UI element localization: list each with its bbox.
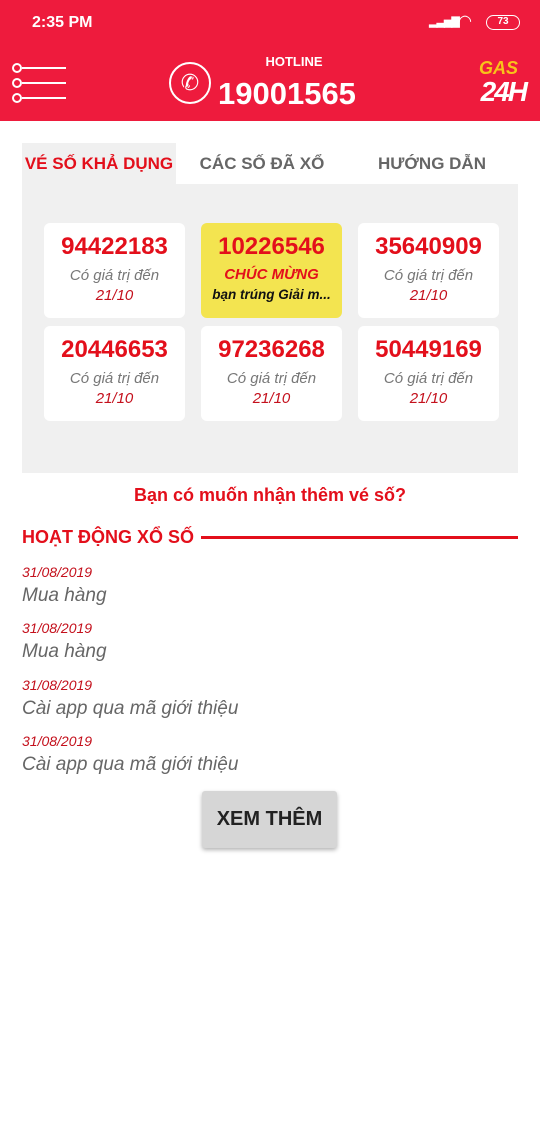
activity-text: Mua hàng bbox=[22, 585, 107, 606]
signal-icon: ▂▃▅▇ bbox=[429, 16, 460, 28]
valid-date: 21/10 bbox=[95, 390, 134, 407]
battery-icon: 73 bbox=[486, 15, 520, 30]
tab-guide[interactable]: HƯỚNG DẪN bbox=[350, 143, 514, 184]
see-more-button[interactable]: XEM THÊM bbox=[202, 791, 337, 848]
ticket-number: 94422183 bbox=[61, 233, 168, 260]
logo-text-bottom: 24H bbox=[480, 76, 528, 107]
winning-ticket-card[interactable]: 10226546 CHÚC MỪNG bạn trúng Giải m... bbox=[201, 223, 342, 318]
get-more-tickets-link[interactable]: Bạn có muốn nhận thêm vé số? bbox=[0, 485, 540, 506]
wifi-icon: ◠ bbox=[458, 13, 472, 30]
valid-date: 21/10 bbox=[252, 390, 291, 407]
prize-message: bạn trúng Giải m... bbox=[212, 287, 331, 302]
ticket-card[interactable]: 20446653 Có giá trị đến 21/10 bbox=[44, 326, 185, 421]
menu-button[interactable] bbox=[12, 63, 66, 103]
divider bbox=[201, 536, 518, 539]
valid-label: Có giá trị đến bbox=[383, 370, 474, 387]
valid-label: Có giá trị đến bbox=[69, 370, 160, 387]
hotline-label: HOTLINE bbox=[265, 54, 323, 69]
activity-date: 31/08/2019 bbox=[22, 564, 93, 580]
activity-text: Cài app qua mã giới thiệu bbox=[22, 698, 239, 719]
ticket-number: 50449169 bbox=[375, 336, 482, 363]
tab-drawn-numbers[interactable]: CÁC SỐ ĐÃ XỔ bbox=[186, 143, 338, 184]
congrats-label: CHÚC MỪNG bbox=[224, 266, 319, 283]
ticket-card[interactable]: 94422183 Có giá trị đến 21/10 bbox=[44, 223, 185, 318]
tickets-panel: 94422183 Có giá trị đến 21/10 10226546 C… bbox=[22, 184, 518, 473]
valid-label: Có giá trị đến bbox=[383, 267, 474, 284]
ticket-card[interactable]: 97236268 Có giá trị đến 21/10 bbox=[201, 326, 342, 421]
activity-date: 31/08/2019 bbox=[22, 620, 93, 636]
ticket-number: 97236268 bbox=[218, 336, 325, 363]
valid-date: 21/10 bbox=[409, 287, 448, 304]
ticket-number: 10226546 bbox=[218, 233, 325, 260]
phone-icon[interactable]: ✆ bbox=[169, 62, 211, 104]
ticket-card[interactable]: 50449169 Có giá trị đến 21/10 bbox=[358, 326, 499, 421]
status-time: 2:35 PM bbox=[32, 14, 93, 31]
tab-available-tickets[interactable]: VÉ SỐ KHẢ DỤNG bbox=[22, 143, 176, 184]
app-header: 2:35 PM ▂▃▅▇ ◠ 73 ✆ HOTLINE 19001565 GAS… bbox=[0, 0, 540, 121]
gas24h-logo: GAS 24H bbox=[466, 58, 528, 110]
activity-text: Mua hàng bbox=[22, 641, 107, 662]
valid-label: Có giá trị đến bbox=[69, 267, 160, 284]
activity-text: Cài app qua mã giới thiệu bbox=[22, 754, 239, 775]
activity-date: 31/08/2019 bbox=[22, 677, 93, 693]
hotline-number[interactable]: 19001565 bbox=[218, 76, 356, 112]
activity-date: 31/08/2019 bbox=[22, 733, 93, 749]
ticket-number: 20446653 bbox=[61, 336, 168, 363]
ticket-number: 35640909 bbox=[375, 233, 482, 260]
activity-title: HOẠT ĐỘNG XỔ SỐ bbox=[22, 527, 195, 547]
valid-date: 21/10 bbox=[95, 287, 134, 304]
valid-date: 21/10 bbox=[409, 390, 448, 407]
ticket-card[interactable]: 35640909 Có giá trị đến 21/10 bbox=[358, 223, 499, 318]
valid-label: Có giá trị đến bbox=[226, 370, 317, 387]
